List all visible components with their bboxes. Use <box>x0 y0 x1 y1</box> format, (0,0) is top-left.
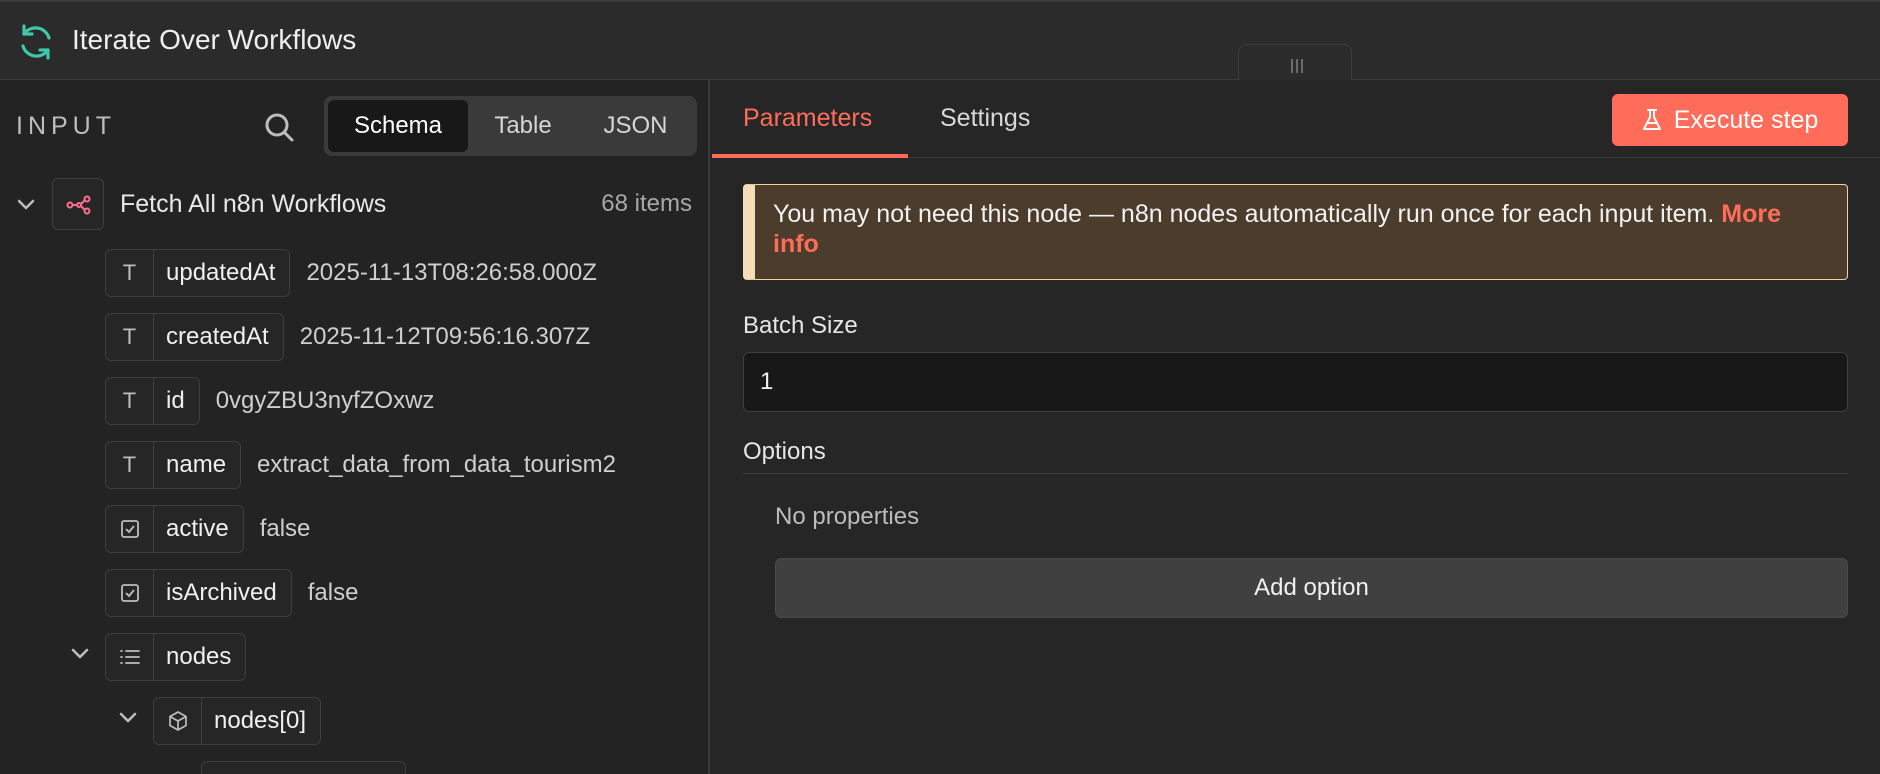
chevron-down-icon[interactable] <box>14 192 38 216</box>
batch-size-input[interactable] <box>743 352 1848 412</box>
field-key: active <box>166 515 229 542</box>
schema-field[interactable]: nodes[0] <box>153 697 322 745</box>
http-request-node-icon <box>52 178 104 230</box>
view-tab-table[interactable]: Table <box>468 100 578 152</box>
flask-icon <box>1642 109 1661 130</box>
batch-size-label: Batch Size <box>743 312 858 339</box>
chevron-down-icon[interactable] <box>116 705 140 729</box>
text-type-icon: T <box>106 250 154 296</box>
text-type-icon: T <box>106 442 154 488</box>
parameters-panel: Parameters Settings Execute step You may… <box>712 80 1880 774</box>
schema-field[interactable]: active false <box>105 505 310 553</box>
options-divider <box>743 473 1848 474</box>
view-tab-json[interactable]: JSON <box>578 100 693 152</box>
field-value: 2025-11-13T08:26:58.000Z <box>306 259 597 286</box>
field-key: nodes <box>166 643 232 670</box>
tab-parameters[interactable]: Parameters <box>743 104 872 133</box>
loop-icon <box>21 24 51 60</box>
chevron-down-icon[interactable] <box>68 641 92 665</box>
checkbox-type-icon <box>106 506 154 552</box>
execute-step-label: Execute step <box>1673 105 1819 134</box>
view-tab-schema[interactable]: Schema <box>328 100 468 152</box>
input-node-name: Fetch All n8n Workflows <box>120 190 387 218</box>
view-mode-switch: Schema Table JSON <box>324 96 697 156</box>
field-value: extract_data_from_data_tourism2 <box>257 451 616 478</box>
item-count: 68 items <box>601 190 692 217</box>
active-tab-indicator <box>712 154 908 158</box>
panel-resize-handle[interactable] <box>1238 44 1352 82</box>
field-key: nodes[0] <box>214 707 307 734</box>
field-key: updatedAt <box>166 259 276 286</box>
field-value: false <box>307 579 359 606</box>
options-label: Options <box>743 438 826 465</box>
add-option-button[interactable]: Add option <box>775 558 1848 618</box>
schema-field[interactable]: TupdatedAt 2025-11-13T08:26:58.000Z <box>105 249 597 297</box>
checkbox-type-icon <box>106 570 154 616</box>
input-panel-label: INPUT <box>16 112 116 140</box>
field-value: 2025-11-12T09:56:16.307Z <box>299 323 591 350</box>
field-key: id <box>166 387 185 414</box>
field-key: isArchived <box>166 579 277 606</box>
node-title[interactable]: Iterate Over Workflows <box>72 24 356 56</box>
field-key: createdAt <box>166 323 269 350</box>
tab-settings[interactable]: Settings <box>940 104 1030 133</box>
notice-text: You may not need this node — n8n nodes a… <box>773 200 1722 228</box>
schema-field[interactable]: TcreatedAt 2025-11-12T09:56:16.307Z <box>105 313 590 361</box>
schema-field[interactable]: isArchived false <box>105 569 358 617</box>
input-node-row[interactable]: Fetch All n8n Workflows 68 items <box>0 178 708 234</box>
cube-type-icon <box>154 698 202 744</box>
schema-field[interactable]: Tname extract_data_from_data_tourism2 <box>105 441 616 489</box>
field-key: name <box>166 451 227 478</box>
no-properties-text: No properties <box>775 503 920 530</box>
info-notice: You may not need this node — n8n nodes a… <box>743 184 1848 280</box>
list-type-icon <box>106 634 154 680</box>
field-value: 0vgyZBU3nyfZOxwz <box>215 387 435 414</box>
schema-field[interactable]: Tid 0vgyZBU3nyfZOxwz <box>105 377 434 425</box>
schema-field[interactable]: nodes <box>105 633 247 681</box>
panel-tabs: Parameters Settings Execute step <box>712 80 1880 158</box>
input-panel: INPUT Schema Table JSON Fetch All n8n Wo… <box>0 80 710 774</box>
search-icon[interactable] <box>262 110 296 144</box>
text-type-icon: T <box>106 314 154 360</box>
text-type-icon: T <box>106 378 154 424</box>
node-header: Iterate Over Workflows <box>0 0 1880 80</box>
execute-step-button[interactable]: Execute step <box>1612 94 1848 146</box>
schema-field[interactable] <box>201 761 406 774</box>
field-value: false <box>259 515 311 542</box>
